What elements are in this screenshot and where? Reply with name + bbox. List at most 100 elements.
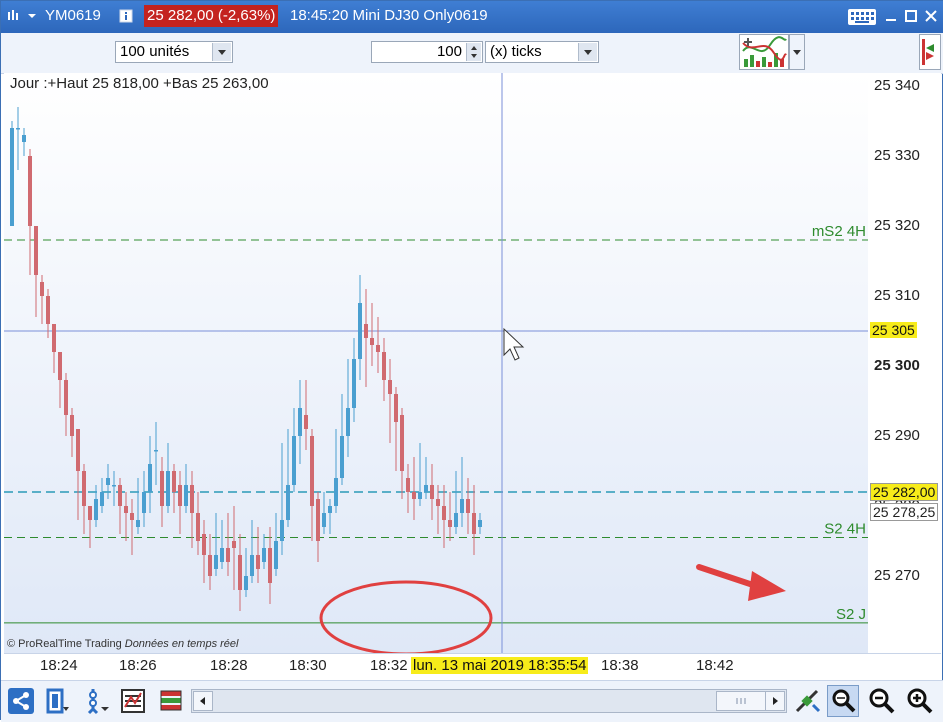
- candle-body: [400, 415, 404, 471]
- candle-body: [106, 478, 110, 485]
- chevron-down-icon[interactable]: [212, 43, 231, 61]
- symbol-label[interactable]: YM0619: [45, 7, 101, 24]
- candle-body: [178, 485, 182, 506]
- minimize-icon: [886, 19, 896, 21]
- candle-body: [40, 282, 44, 296]
- crosshair-price-tag: 25 305: [870, 322, 917, 338]
- time-tick-label: 18:30: [289, 657, 327, 674]
- candle-body: [304, 415, 308, 429]
- candle-body: [76, 429, 80, 471]
- indicator-dropdown-button[interactable]: [789, 34, 805, 70]
- candle-body: [160, 471, 164, 506]
- candle-body: [196, 513, 200, 541]
- zoom-out-button[interactable]: [867, 687, 895, 715]
- cursor-tool-button[interactable]: [793, 687, 821, 715]
- chart-scrollbar[interactable]: [191, 689, 787, 713]
- time-tick-label: 18:24: [40, 657, 78, 674]
- drawing-tools-icon: [87, 689, 109, 715]
- candle-body: [412, 492, 416, 499]
- info-icon[interactable]: [119, 9, 133, 23]
- annotation-arrow-shaft: [696, 564, 759, 589]
- orders-icon: [160, 690, 182, 711]
- candle-body: [28, 156, 32, 226]
- candle-body: [376, 345, 380, 352]
- price-axis[interactable]: 25 340 25 330 25 320 25 310 25 300 25 290 25 2…: [868, 73, 941, 653]
- candle-body: [166, 471, 170, 506]
- annotation-arrow-head: [748, 571, 786, 601]
- candle-body: [172, 471, 176, 492]
- level-label-0: mS2 4H: [812, 223, 866, 240]
- chevron-down-icon[interactable]: [578, 43, 597, 61]
- time-axis[interactable]: 18:24 18:26 18:28 18:30 18:32 18:38 18:42 lun. …: [4, 653, 941, 680]
- ticks-value-stepper[interactable]: 100: [371, 41, 483, 63]
- stepper-arrows-icon[interactable]: [466, 43, 481, 61]
- zoom-select-button[interactable]: [827, 685, 859, 717]
- candle-body: [382, 352, 386, 380]
- candle-body: [250, 555, 254, 576]
- share-button[interactable]: [7, 687, 35, 715]
- bottom-toolbar: [1, 680, 943, 722]
- scroll-right-button[interactable]: [765, 691, 785, 711]
- time-tick-label: 18:28: [210, 657, 248, 674]
- level-label-2: S2 J: [836, 606, 866, 623]
- candle-body: [346, 408, 350, 436]
- time-tick-label: 18:32: [370, 657, 408, 674]
- time-tick-label: 18:38: [601, 657, 639, 674]
- time-tick-label: 18:42: [696, 657, 734, 674]
- candle-body: [334, 478, 338, 506]
- chevron-right-icon: [773, 697, 778, 705]
- secondary-price-tag: 25 278,25: [870, 503, 939, 521]
- candle-body: [268, 548, 272, 583]
- candle-body: [418, 492, 422, 499]
- maximize-icon: [905, 10, 917, 22]
- orders-button[interactable]: [157, 687, 185, 715]
- ticks-type-select[interactable]: (x) ticks: [485, 41, 599, 63]
- candle-body: [430, 485, 434, 499]
- drawing-tools-button[interactable]: [83, 687, 111, 715]
- app-chart-icon[interactable]: [7, 9, 21, 23]
- cursor-tool-icon: [795, 689, 821, 713]
- candle-body: [244, 576, 248, 590]
- keyboard-icon[interactable]: [847, 7, 877, 27]
- side-panel-button[interactable]: [919, 34, 941, 70]
- candle-body: [100, 492, 104, 506]
- candlestick-plot[interactable]: mS2 4H S2 4H S2 J: [4, 73, 868, 653]
- candle-body: [256, 555, 260, 569]
- level-label-1: S2 4H: [824, 521, 866, 538]
- chevron-left-icon: [200, 697, 205, 705]
- units-select-value: 100 unités: [120, 43, 190, 60]
- minimize-button[interactable]: [881, 7, 901, 25]
- candle-body: [64, 380, 68, 415]
- candle-body: [262, 548, 266, 562]
- panel-arrows-icon: [922, 39, 934, 65]
- candle-body: [478, 520, 482, 527]
- candle-body: [136, 520, 140, 527]
- scroll-thumb[interactable]: [716, 691, 766, 711]
- grip-icon: [736, 698, 746, 704]
- indicator-chart-icon: [742, 36, 787, 67]
- indicators-button[interactable]: [119, 687, 147, 715]
- price-chart[interactable]: mS2 4H S2 4H S2 J Jour :+Haut 25 818,00 +B…: [4, 73, 869, 653]
- crosshair-time-tag: lun. 13 mai 2019 18:35:54: [411, 657, 589, 674]
- units-select[interactable]: 100 unités: [115, 41, 233, 63]
- price-tick-label: 25 340: [874, 77, 920, 94]
- price-tick-label: 25 320: [874, 217, 920, 234]
- candle-body: [442, 506, 446, 520]
- zoom-in-button[interactable]: [905, 687, 933, 715]
- candle-body: [148, 464, 152, 492]
- chevron-down-icon[interactable]: [25, 9, 39, 23]
- close-button[interactable]: [921, 7, 941, 25]
- candle-body: [208, 555, 212, 576]
- candle-body: [352, 359, 356, 408]
- maximize-button[interactable]: [901, 7, 921, 25]
- candle-body: [316, 499, 320, 541]
- ticks-value: 100: [436, 43, 462, 60]
- candle-body: [298, 408, 302, 436]
- scroll-left-button[interactable]: [193, 691, 213, 711]
- add-indicator-button[interactable]: [739, 34, 789, 70]
- candle-body: [364, 324, 368, 338]
- candle-body: [328, 506, 332, 513]
- layout-button[interactable]: [43, 687, 71, 715]
- candle-body: [214, 555, 218, 569]
- price-tick-label: 25 300: [874, 357, 920, 374]
